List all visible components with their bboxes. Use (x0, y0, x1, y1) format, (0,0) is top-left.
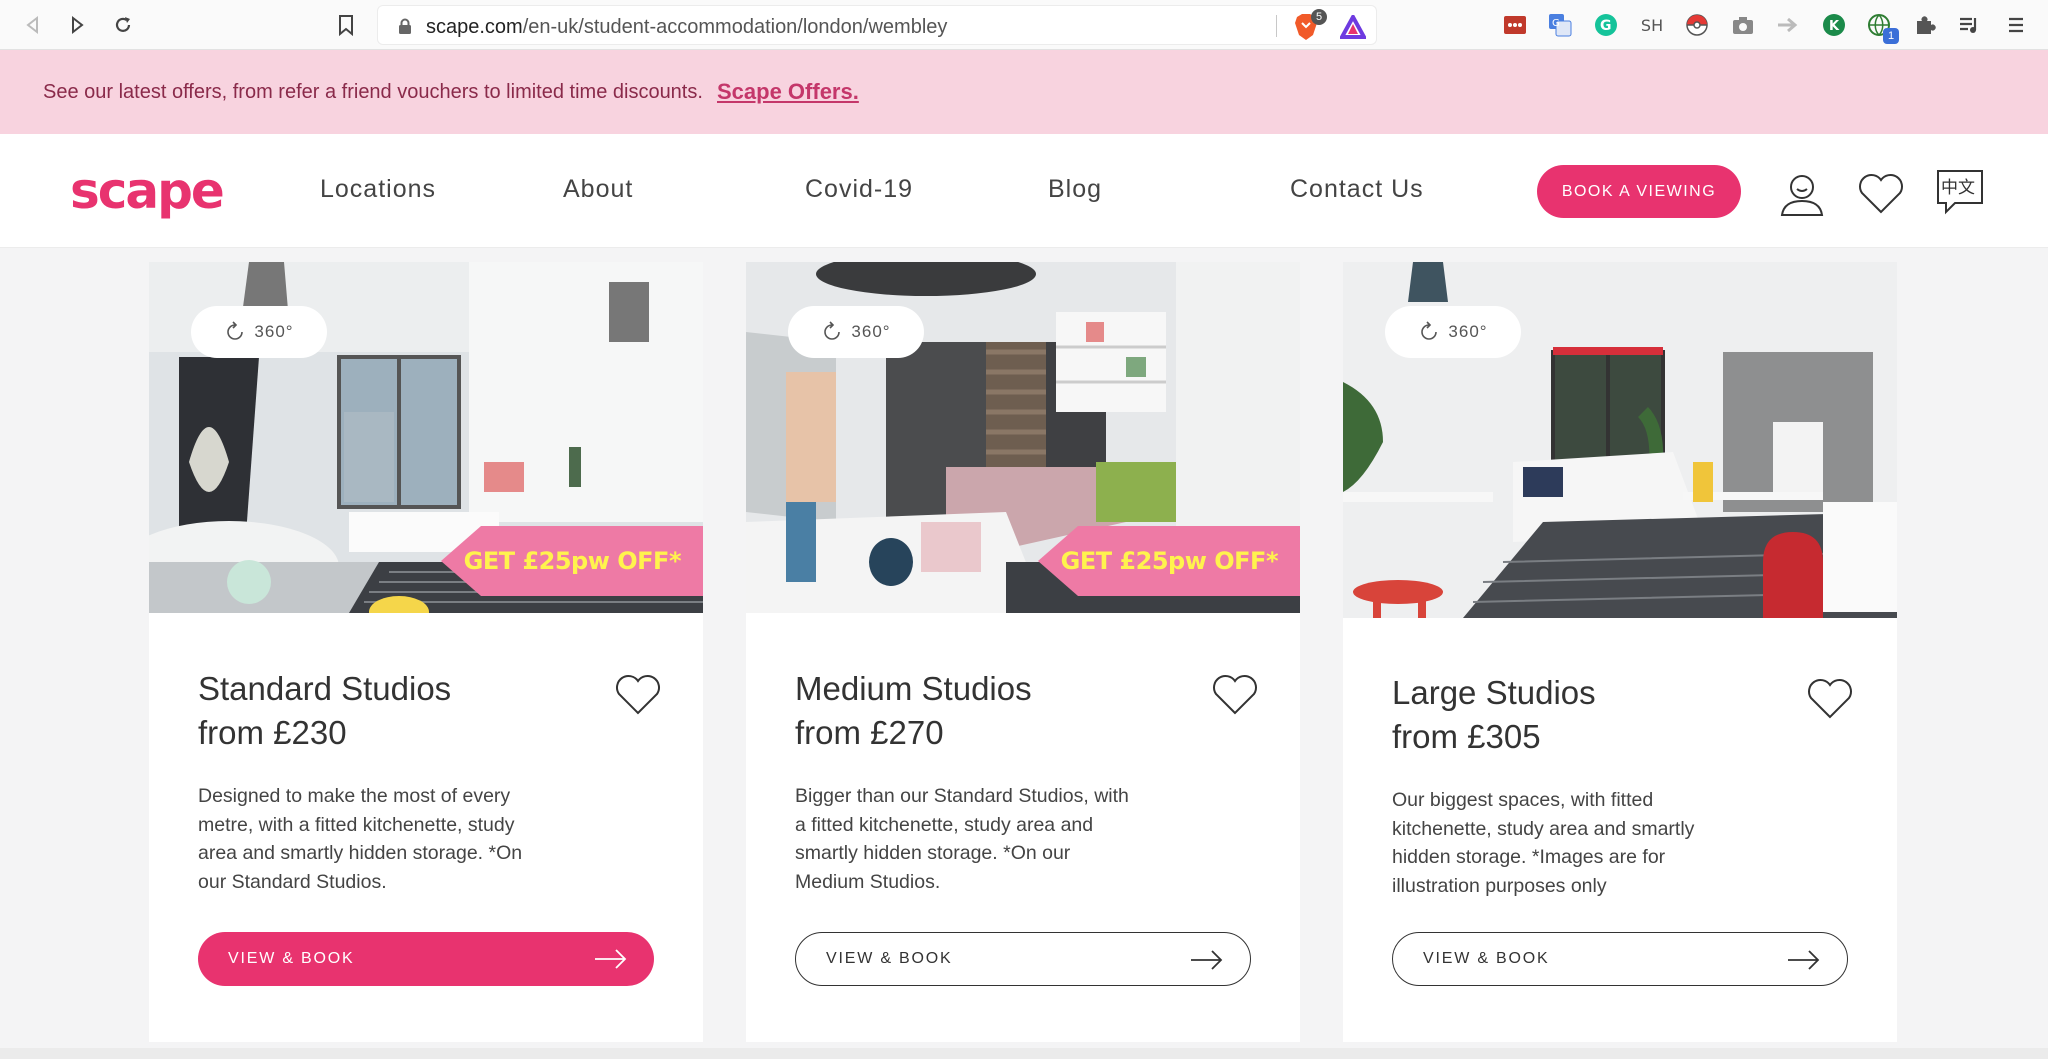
studio-card-standard: 360° GET £25pw OFF* Standard Studios fro… (149, 262, 703, 1042)
nav-about[interactable]: About (563, 175, 633, 204)
address-bar[interactable]: scape.com/en-uk/student-accommodation/lo… (377, 5, 1377, 45)
site-header: scape Locations About Covid-19 Blog Cont… (0, 134, 2048, 248)
k-extension-icon[interactable]: K (1821, 12, 1847, 38)
favourites-heart-icon[interactable] (1854, 166, 1908, 220)
view-and-book-label: VIEW & BOOK (1423, 950, 1550, 967)
scape-logo[interactable]: scape (70, 162, 225, 220)
favourite-heart-icon[interactable] (1805, 676, 1855, 720)
bookmark-icon[interactable] (331, 10, 361, 40)
extension-red-icon[interactable] (1502, 12, 1528, 38)
forward-icon[interactable] (62, 10, 92, 40)
rotate-360-icon (824, 321, 841, 340)
puzzle-icon[interactable] (1912, 12, 1938, 38)
offer-banner: GET £25pw OFF* (441, 526, 703, 596)
nav-locations[interactable]: Locations (320, 175, 436, 204)
offer-banner: GET £25pw OFF* (1038, 526, 1300, 596)
nav-covid-19[interactable]: Covid-19 (805, 175, 913, 204)
arrow-right-icon (1191, 950, 1223, 970)
arrow-right-icon (1788, 950, 1820, 970)
studio-card-large: 360° Large Studios from £305 Our biggest… (1343, 262, 1897, 1042)
extension-count-badge: 1 (1883, 28, 1899, 44)
medium-studio-photo[interactable]: 360° GET £25pw OFF* (746, 262, 1300, 613)
svg-text:G: G (1552, 18, 1560, 29)
view-and-book-label: VIEW & BOOK (826, 950, 953, 967)
url-text: scape.com/en-uk/student-accommodation/lo… (426, 16, 948, 38)
large-studio-photo[interactable]: 360° (1343, 262, 1897, 618)
translate-icon[interactable]: G (1547, 12, 1573, 38)
offers-banner-text: See our latest offers, from refer a frie… (43, 81, 703, 103)
chinese-language-icon[interactable]: 中文 (1933, 166, 1987, 220)
pokeball-icon[interactable] (1684, 12, 1710, 38)
offers-banner: See our latest offers, from refer a frie… (0, 50, 2048, 134)
svg-text:G: G (1600, 18, 1612, 34)
studio-description: Our biggest spaces, with fitted kitchene… (1392, 789, 1695, 897)
lock-icon (398, 18, 412, 40)
back-icon[interactable] (18, 10, 48, 40)
view-360-button[interactable]: 360° (788, 306, 924, 358)
view-and-book-button[interactable]: VIEW & BOOK (1392, 932, 1848, 986)
book-a-viewing-button[interactable]: BOOK A VIEWING (1537, 165, 1741, 218)
svg-text:K: K (1829, 19, 1840, 34)
scape-offers-link[interactable]: Scape Offers. (717, 79, 859, 105)
nav-contact-us[interactable]: Contact Us (1290, 175, 1424, 204)
arrow-right-icon (595, 949, 627, 969)
rotate-360-icon (227, 321, 244, 340)
favourite-heart-icon[interactable] (613, 672, 663, 716)
view-360-button[interactable]: 360° (1385, 306, 1521, 358)
page-bottom-edge (0, 1048, 2048, 1059)
studio-title: Medium Studios from £270 (795, 670, 1032, 751)
view-360-label: 360° (1448, 322, 1488, 341)
favourite-heart-icon[interactable] (1210, 672, 1260, 716)
view-and-book-button[interactable]: VIEW & BOOK (795, 932, 1251, 986)
camera-icon[interactable] (1730, 12, 1756, 38)
reload-icon[interactable] (108, 10, 138, 40)
studio-title: Standard Studios from £230 (198, 670, 452, 751)
brave-rewards-icon[interactable] (1338, 12, 1368, 44)
rotate-360-icon (1421, 321, 1438, 340)
sh-extension-icon[interactable]: SH (1639, 12, 1665, 38)
nav-blog[interactable]: Blog (1048, 175, 1102, 204)
view-360-label: 360° (254, 322, 294, 341)
studio-title: Large Studios from £305 (1392, 674, 1596, 755)
media-list-icon[interactable] (1957, 12, 1983, 38)
menu-icon[interactable] (2003, 12, 2029, 38)
view-and-book-button[interactable]: VIEW & BOOK (198, 932, 654, 986)
browser-toolbar: scape.com/en-uk/student-accommodation/lo… (0, 0, 2048, 50)
studio-card-medium: 360° GET £25pw OFF* Medium Studios from … (746, 262, 1300, 1042)
view-360-button[interactable]: 360° (191, 306, 327, 358)
standard-studio-photo[interactable]: 360° GET £25pw OFF* (149, 262, 703, 613)
language-label: 中文 (1941, 178, 1975, 198)
send-arrow-icon[interactable] (1775, 12, 1801, 38)
view-and-book-label: VIEW & BOOK (228, 950, 355, 967)
shields-count-badge: 5 (1311, 9, 1327, 25)
studio-description: Bigger than our Standard Studios, with a… (795, 785, 1129, 893)
account-icon[interactable] (1775, 166, 1829, 220)
studio-description: Designed to make the most of every metre… (198, 785, 523, 893)
grammarly-icon[interactable]: G (1593, 12, 1619, 38)
view-360-label: 360° (851, 322, 891, 341)
